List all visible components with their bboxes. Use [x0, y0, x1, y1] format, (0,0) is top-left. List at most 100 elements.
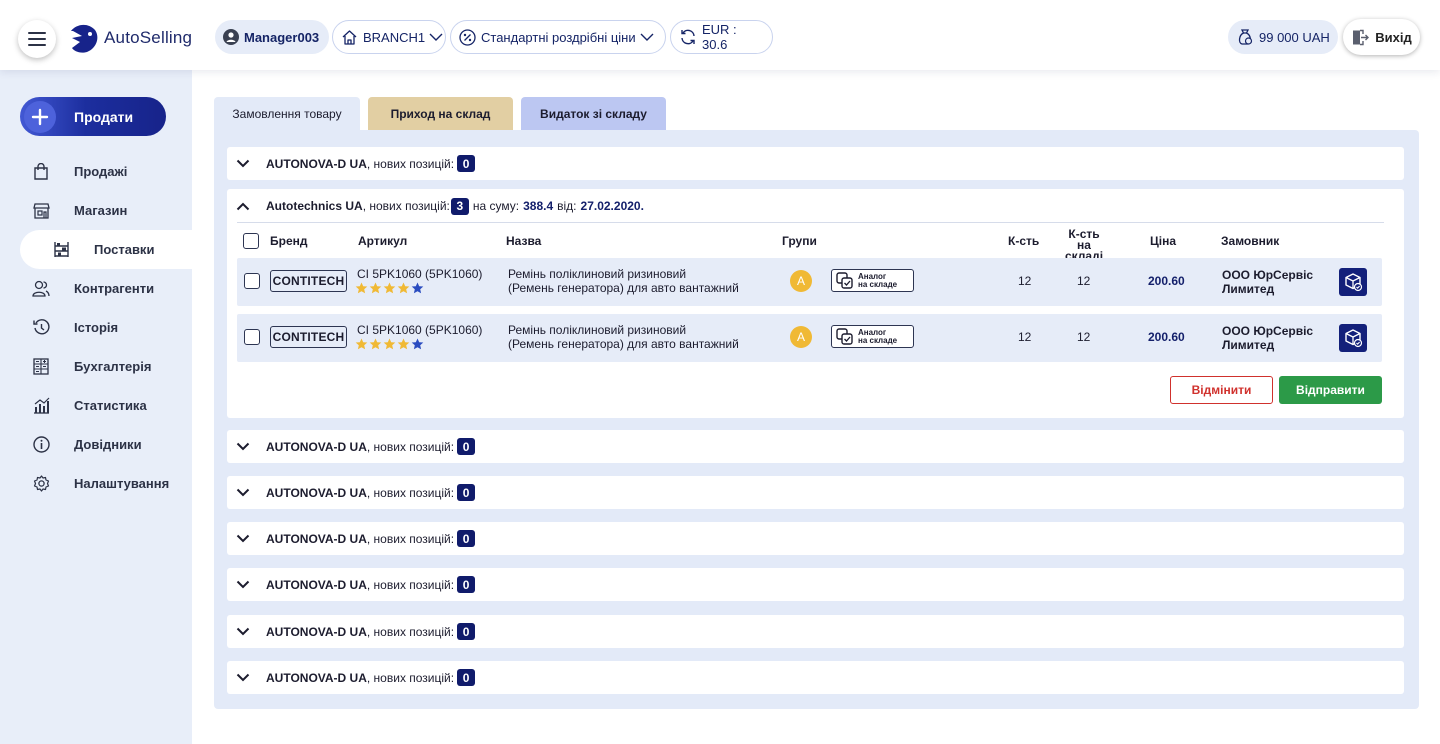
sidebar-item-contractors[interactable]: Контрагенти: [0, 269, 192, 308]
package-button[interactable]: [1339, 268, 1367, 296]
star-empty-icon: [411, 282, 424, 294]
analog-in-stock-button[interactable]: Аналог на складе: [831, 269, 914, 292]
branch-select[interactable]: BRANCH1: [332, 20, 446, 54]
logo[interactable]: AutoSelling: [68, 22, 192, 54]
table-row[interactable]: CONTITECH CI 5PK1060 (5PK1060) Ремінь по…: [237, 314, 1382, 362]
column-header-price: Ціна: [1150, 234, 1177, 248]
sidebar-item-sales[interactable]: Продажі: [0, 152, 192, 191]
customer-line2: Лимитед: [1222, 338, 1275, 352]
sidebar-item-label: Налаштування: [74, 476, 170, 491]
brand-tag: CONTITECH: [270, 270, 347, 292]
price: 200.60: [1148, 274, 1185, 288]
cancel-button[interactable]: Відмінити: [1170, 376, 1273, 404]
sidebar-item-statistics[interactable]: Статистика: [0, 386, 192, 425]
sell-label: Продати: [74, 108, 134, 125]
shopping-bag-icon: [34, 163, 48, 180]
tab-orders[interactable]: Замовлення товару: [214, 97, 360, 130]
chevron-down-icon: [236, 580, 250, 589]
price-type-select[interactable]: Стандартні роздрібні ціни: [450, 20, 666, 54]
select-all-checkbox[interactable]: [243, 233, 259, 249]
count-badge: 0: [457, 530, 476, 547]
history-icon: [32, 319, 50, 335]
star-icon: [383, 338, 396, 350]
group-badge[interactable]: A: [790, 270, 812, 292]
product-name-line2: (Ремень генератора) для авто вантажний: [508, 337, 739, 351]
column-header-groups: Групи: [782, 234, 817, 248]
count-badge: 3: [450, 197, 469, 215]
app-name: AutoSelling: [104, 28, 193, 47]
package-check-icon: [1345, 329, 1363, 348]
supplier-name: AUTONOVA-D UA: [266, 670, 367, 685]
sidebar-item-label: Статистика: [74, 398, 147, 413]
analog-in-stock-button[interactable]: Аналог на складе: [831, 325, 914, 348]
supplier-group[interactable]: AUTONOVA-D UA , нових позицій: 0: [227, 430, 1404, 463]
supplier-group[interactable]: AUTONOVA-D UA , нових позицій: 0: [227, 522, 1404, 555]
from-label: від:: [557, 199, 577, 213]
row-checkbox[interactable]: [244, 329, 260, 345]
tab-income[interactable]: Приход на склад: [368, 97, 513, 130]
rating-stars: [355, 282, 424, 294]
calculator-icon: [33, 358, 49, 375]
info-icon: [32, 436, 50, 453]
group-badge[interactable]: A: [790, 326, 812, 348]
logout-icon: [1353, 29, 1370, 45]
supplier-group[interactable]: AUTONOVA-D UA , нових позицій: 0: [227, 476, 1404, 509]
customer-line1: ООО ЮрСервіс: [1222, 268, 1314, 282]
sum-value: 388.4: [523, 199, 554, 213]
table-row[interactable]: CONTITECH CI 5PK1060 (5PK1060) Ремінь по…: [237, 258, 1382, 306]
sidebar-item-label: Магазин: [74, 203, 128, 218]
balance-value: 99 000 UAH: [1259, 29, 1330, 45]
count-badge: 0: [457, 669, 476, 686]
refresh-icon: [681, 29, 695, 45]
chevron-down-icon: [236, 627, 250, 636]
analog-label-line2: на складе: [858, 279, 898, 289]
send-button[interactable]: Відправити: [1279, 376, 1382, 404]
sidebar-item-references[interactable]: Довідники: [0, 425, 192, 464]
exit-label: Вихід: [1375, 29, 1412, 45]
quantity: 12: [1018, 330, 1032, 344]
exchange-rate[interactable]: EUR : 30.6: [670, 20, 773, 54]
supplier-group[interactable]: AUTONOVA-D UA , нових позицій: 0: [227, 661, 1404, 694]
supplier-name: AUTONOVA-D UA: [266, 531, 367, 546]
price: 200.60: [1148, 330, 1185, 344]
sidebar-nav: Продажі Магазин Поставки Контрагенти Іст…: [0, 152, 192, 503]
price-type-value: Стандартні роздрібні ціни: [481, 29, 636, 45]
count-badge: 0: [457, 576, 476, 593]
analog-icon: [836, 272, 853, 289]
new-positions-label: , нових позицій:: [366, 531, 455, 546]
exit-button[interactable]: Вихід: [1343, 19, 1420, 55]
supplier-group[interactable]: AUTONOVA-D UA , нових позицій: 0: [227, 147, 1404, 180]
supplier-name: Autotechnics UA: [266, 199, 363, 213]
sidebar-item-history[interactable]: Історія: [0, 308, 192, 347]
sidebar-item-label: Поставки: [94, 242, 155, 257]
sidebar-item-label: Контрагенти: [74, 281, 155, 296]
supplier-group[interactable]: AUTONOVA-D UA , нових позицій: 0: [227, 568, 1404, 601]
sidebar-item-accounting[interactable]: Бухгалтерія: [0, 347, 192, 386]
rate-value: EUR : 30.6: [702, 22, 737, 52]
balance-pill[interactable]: 99 000 UAH: [1228, 20, 1338, 54]
package-button[interactable]: [1339, 324, 1367, 352]
sidebar-item-supplies[interactable]: Поставки: [20, 230, 192, 269]
sell-button[interactable]: Продати: [20, 97, 166, 136]
divider: [237, 222, 1384, 223]
article-code: CI 5PK1060 (5PK1060): [357, 267, 483, 281]
supplier-name: AUTONOVA-D UA: [266, 624, 367, 639]
sidebar-item-label: Продажі: [74, 164, 128, 179]
tab-outcome[interactable]: Видаток зі складу: [521, 97, 666, 130]
sidebar-item-settings[interactable]: Налаштування: [0, 464, 192, 503]
top-header: AutoSelling Manager003 BRANCH1 Стандартн…: [0, 0, 1440, 70]
quantity: 12: [1018, 274, 1032, 288]
product-name: Ремінь поліклиновий ризиновий (Ремень ге…: [508, 323, 739, 351]
supplier-name: AUTONOVA-D UA: [266, 156, 367, 171]
row-checkbox[interactable]: [244, 273, 260, 289]
supplier-group[interactable]: AUTONOVA-D UA , нових позицій: 0: [227, 615, 1404, 648]
hamburger-menu-button[interactable]: [18, 20, 56, 58]
star-icon: [355, 338, 368, 350]
customer-line1: ООО ЮрСервіс: [1222, 324, 1314, 338]
user-pill[interactable]: Manager003: [215, 20, 329, 54]
percent-icon: [459, 28, 476, 46]
expanded-header[interactable]: Autotechnics UA , нових позицій: 3 на су…: [227, 189, 1404, 223]
sidebar-item-store[interactable]: Магазин: [0, 191, 192, 230]
store-icon: [32, 203, 50, 219]
supplier-name: AUTONOVA-D UA: [266, 485, 367, 500]
